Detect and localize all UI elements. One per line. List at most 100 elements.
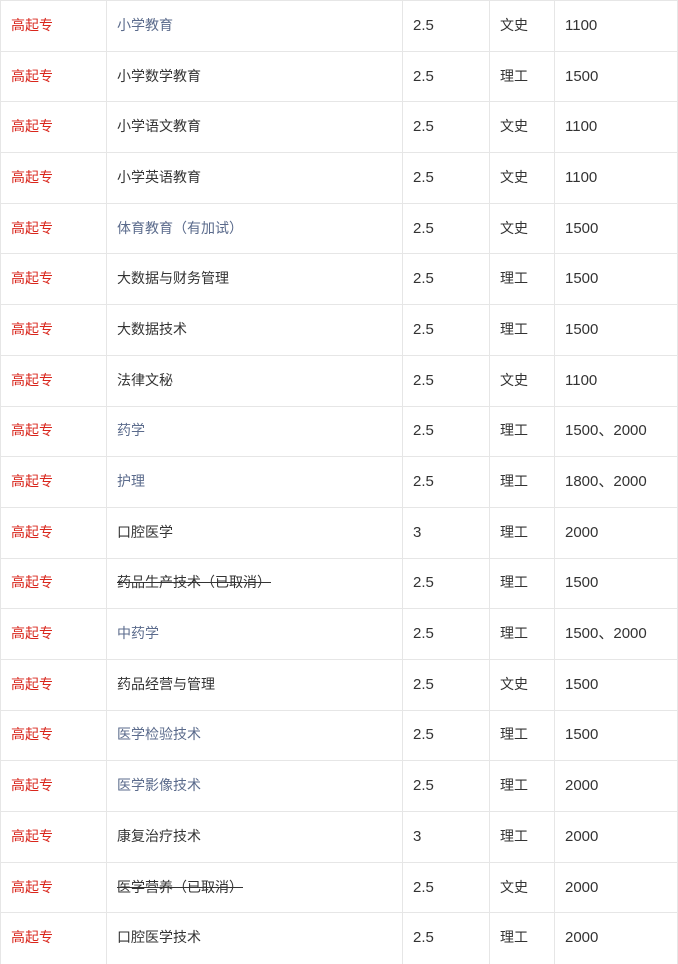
- years-cell: 3: [402, 506, 490, 559]
- years-cell: 2.5: [402, 0, 490, 52]
- category-cell: 文史: [489, 658, 555, 711]
- fee-cell: 2000: [554, 811, 678, 863]
- table-row: 高起专 小学教育 2.5 文史 1100: [0, 0, 678, 52]
- level-cell: 高起专: [0, 456, 107, 508]
- fee-cell: 1500: [554, 658, 678, 711]
- major-cell: 大数据技术: [106, 304, 403, 356]
- table-row: 高起专 护理 2.5 理工 1800、2000: [0, 456, 678, 508]
- years-cell: 2.5: [402, 354, 490, 406]
- major-cell: 大数据与财务管理: [106, 253, 403, 305]
- major-cell: 口腔医学: [106, 506, 403, 559]
- years-cell: 2.5: [402, 152, 490, 204]
- fee-cell: 1500: [554, 557, 678, 609]
- table-row: 高起专 大数据与财务管理 2.5 理工 1500: [0, 253, 678, 305]
- years-cell: 2.5: [402, 709, 490, 761]
- fee-cell: 1100: [554, 354, 678, 406]
- level-cell: 高起专: [0, 354, 107, 406]
- table-row: 高起专 药学 2.5 理工 1500、2000: [0, 405, 678, 457]
- major-cell: 康复治疗技术: [106, 811, 403, 863]
- fee-cell: 1500: [554, 202, 678, 254]
- fee-cell: 2000: [554, 506, 678, 559]
- category-cell: 理工: [489, 608, 555, 660]
- category-cell: 理工: [489, 912, 555, 964]
- level-cell: 高起专: [0, 152, 107, 204]
- level-cell: 高起专: [0, 101, 107, 153]
- years-cell: 2.5: [402, 861, 490, 913]
- fee-cell: 2000: [554, 760, 678, 812]
- major-cell[interactable]: 医学检验技术: [106, 709, 403, 761]
- major-cell: 口腔医学技术: [106, 912, 403, 964]
- category-cell: 文史: [489, 202, 555, 254]
- level-cell: 高起专: [0, 709, 107, 761]
- major-cell: 小学数学教育: [106, 50, 403, 102]
- major-cell[interactable]: 医学影像技术: [106, 760, 403, 812]
- category-cell: 理工: [489, 506, 555, 559]
- years-cell: 2.5: [402, 760, 490, 812]
- years-cell: 2.5: [402, 253, 490, 305]
- years-cell: 2.5: [402, 658, 490, 711]
- years-cell: 3: [402, 811, 490, 863]
- majors-table: 高起专 小学教育 2.5 文史 1100 高起专 小学数学教育 2.5 理工 1500 高起专 小学语…: [0, 0, 678, 964]
- category-cell: 文史: [489, 0, 555, 52]
- level-cell: 高起专: [0, 760, 107, 812]
- category-cell: 理工: [489, 50, 555, 102]
- years-cell: 2.5: [402, 50, 490, 102]
- category-cell: 理工: [489, 709, 555, 761]
- level-cell: 高起专: [0, 557, 107, 609]
- major-cell[interactable]: 中药学: [106, 608, 403, 660]
- fee-cell: 1100: [554, 0, 678, 52]
- table-row: 高起专 小学语文教育 2.5 文史 1100: [0, 101, 678, 153]
- level-cell: 高起专: [0, 811, 107, 863]
- level-cell: 高起专: [0, 912, 107, 964]
- level-cell: 高起专: [0, 0, 107, 52]
- level-cell: 高起专: [0, 405, 107, 457]
- category-cell: 文史: [489, 101, 555, 153]
- table-row: 高起专 药品经营与管理 2.5 文史 1500: [0, 658, 678, 711]
- years-cell: 2.5: [402, 557, 490, 609]
- level-cell: 高起专: [0, 506, 107, 559]
- years-cell: 2.5: [402, 912, 490, 964]
- table-row: 高起专 体育教育（有加试） 2.5 文史 1500: [0, 202, 678, 254]
- years-cell: 2.5: [402, 608, 490, 660]
- table-row: 高起专 药品生产技术（已取消） 2.5 理工 1500: [0, 557, 678, 609]
- major-cell: 小学语文教育: [106, 101, 403, 153]
- major-cell: 医学营养（已取消）: [106, 861, 403, 913]
- major-cell[interactable]: 药学: [106, 405, 403, 457]
- table-row: 高起专 法律文秘 2.5 文史 1100: [0, 354, 678, 406]
- level-cell: 高起专: [0, 304, 107, 356]
- fee-cell: 1100: [554, 101, 678, 153]
- years-cell: 2.5: [402, 202, 490, 254]
- table-row: 高起专 医学影像技术 2.5 理工 2000: [0, 760, 678, 812]
- major-cell: 药品生产技术（已取消）: [106, 557, 403, 609]
- fee-cell: 1800、2000: [554, 456, 678, 508]
- category-cell: 理工: [489, 456, 555, 508]
- fee-cell: 2000: [554, 861, 678, 913]
- category-cell: 理工: [489, 811, 555, 863]
- category-cell: 理工: [489, 304, 555, 356]
- category-cell: 理工: [489, 760, 555, 812]
- table-row: 高起专 口腔医学技术 2.5 理工 2000: [0, 912, 678, 964]
- table-row: 高起专 中药学 2.5 理工 1500、2000: [0, 608, 678, 660]
- fee-cell: 1500: [554, 253, 678, 305]
- table-row: 高起专 医学营养（已取消） 2.5 文史 2000: [0, 861, 678, 913]
- fee-cell: 1500、2000: [554, 608, 678, 660]
- fee-cell: 1500: [554, 709, 678, 761]
- major-cell: 小学英语教育: [106, 152, 403, 204]
- table-row: 高起专 小学数学教育 2.5 理工 1500: [0, 50, 678, 102]
- category-cell: 理工: [489, 405, 555, 457]
- table-row: 高起专 大数据技术 2.5 理工 1500: [0, 304, 678, 356]
- major-cell[interactable]: 护理: [106, 456, 403, 508]
- table-row: 高起专 小学英语教育 2.5 文史 1100: [0, 152, 678, 204]
- category-cell: 文史: [489, 152, 555, 204]
- major-cell[interactable]: 小学教育: [106, 0, 403, 52]
- majors-table-body: 高起专 小学教育 2.5 文史 1100 高起专 小学数学教育 2.5 理工 1500 高起专 小学语…: [0, 0, 678, 964]
- level-cell: 高起专: [0, 608, 107, 660]
- category-cell: 理工: [489, 253, 555, 305]
- level-cell: 高起专: [0, 253, 107, 305]
- major-cell: 药品经营与管理: [106, 658, 403, 711]
- fee-cell: 1500: [554, 304, 678, 356]
- table-row: 高起专 口腔医学 3 理工 2000: [0, 506, 678, 559]
- major-cell: 法律文秘: [106, 354, 403, 406]
- major-cell[interactable]: 体育教育（有加试）: [106, 202, 403, 254]
- level-cell: 高起专: [0, 50, 107, 102]
